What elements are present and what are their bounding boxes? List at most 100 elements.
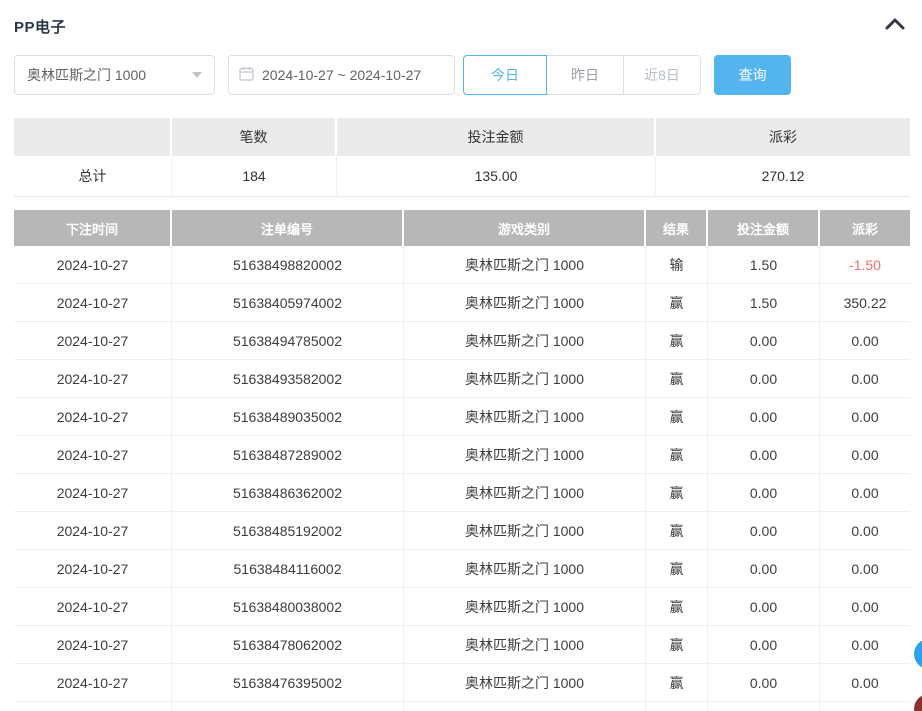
chevron-up-icon [885,17,905,33]
detail-col-order-id: 注单编号 [172,210,404,246]
summary-col-blank [14,118,172,156]
cell-order-id: 51638486362002 [172,474,404,512]
cell-result: 赢 [646,474,708,512]
cell-game-type: 奥林匹斯之门 1000 [404,246,646,284]
chevron-down-icon [192,72,202,78]
cell-game-type: 奥林匹斯之门 1000 [404,664,646,702]
summary-total-count: 184 [172,156,337,197]
today-button[interactable]: 今日 [463,55,547,95]
detail-table-body: 2024-10-27 51638498820002 奥林匹斯之门 1000 输 … [14,246,910,702]
detail-col-bet-amount: 投注金额 [708,210,820,246]
cell-bet-amount: 0.00 [708,588,820,626]
cell-result: 赢 [646,284,708,322]
cell-payout: -1.50 [820,246,910,284]
cell-result: 赢 [646,626,708,664]
detail-header-row: 下注时间 注单编号 游戏类别 结果 投注金额 派彩 [14,210,910,246]
cell-order-id: 51638493582002 [172,360,404,398]
cell-bet-time: 2024-10-27 [14,588,172,626]
summary-col-count: 笔数 [172,118,337,156]
cell-payout: 0.00 [820,474,910,512]
game-select[interactable]: 奥林匹斯之门 1000 [14,55,215,95]
table-row: 2024-10-27 51638484116002 奥林匹斯之门 1000 赢 … [14,550,910,588]
detail-col-bet-time: 下注时间 [14,210,172,246]
cell-bet-amount: 0.00 [708,360,820,398]
table-row: 2024-10-27 51638486362002 奥林匹斯之门 1000 赢 … [14,474,910,512]
detail-col-game-type: 游戏类别 [404,210,646,246]
cell-result: 赢 [646,360,708,398]
table-row: 2024-10-27 51638487289002 奥林匹斯之门 1000 赢 … [14,436,910,474]
table-row: 2024-10-27 51638489035002 奥林匹斯之门 1000 赢 … [14,398,910,436]
cell-result: 赢 [646,436,708,474]
cell-payout: 0.00 [820,588,910,626]
summary-header-row: 笔数 投注金额 派彩 [14,118,910,156]
partial-row-cutoff [14,702,910,711]
cell-bet-amount: 0.00 [708,626,820,664]
last-8-days-button[interactable]: 近8日 [623,55,701,95]
cell-game-type: 奥林匹斯之门 1000 [404,284,646,322]
floating-widget-blue-button[interactable] [914,639,922,669]
date-range-value: 2024-10-27 ~ 2024-10-27 [262,67,421,83]
cell-payout: 0.00 [820,512,910,550]
cell-bet-amount: 0.00 [708,436,820,474]
cell-bet-amount: 0.00 [708,512,820,550]
cell-bet-amount: 1.50 [708,246,820,284]
yesterday-button[interactable]: 昨日 [546,55,624,95]
cell-result: 赢 [646,588,708,626]
summary-table: 笔数 投注金额 派彩 总计 184 135.00 270.12 [14,118,910,197]
cell-result: 赢 [646,664,708,702]
cell-game-type: 奥林匹斯之门 1000 [404,588,646,626]
cell-result: 赢 [646,398,708,436]
query-button[interactable]: 查询 [714,55,791,95]
summary-total-label: 总计 [14,156,172,197]
cell-payout: 350.22 [820,284,910,322]
cell-order-id: 51638485192002 [172,512,404,550]
cell-bet-time: 2024-10-27 [14,512,172,550]
cell-result: 赢 [646,512,708,550]
cell-bet-time: 2024-10-27 [14,246,172,284]
table-row: 2024-10-27 51638476395002 奥林匹斯之门 1000 赢 … [14,664,910,702]
summary-total-bet-amount: 135.00 [337,156,656,197]
cell-game-type: 奥林匹斯之门 1000 [404,550,646,588]
cell-game-type: 奥林匹斯之门 1000 [404,436,646,474]
cell-bet-amount: 0.00 [708,398,820,436]
cell-payout: 0.00 [820,664,910,702]
cell-payout: 0.00 [820,322,910,360]
cell-bet-time: 2024-10-27 [14,284,172,322]
cell-result: 赢 [646,322,708,360]
cell-order-id: 51638478062002 [172,626,404,664]
cell-bet-amount: 0.00 [708,664,820,702]
date-range-picker[interactable]: 2024-10-27 ~ 2024-10-27 [228,55,455,95]
cell-order-id: 51638484116002 [172,550,404,588]
table-row: 2024-10-27 51638478062002 奥林匹斯之门 1000 赢 … [14,626,910,664]
game-select-value: 奥林匹斯之门 1000 [27,65,146,85]
table-row: 2024-10-27 51638480038002 奥林匹斯之门 1000 赢 … [14,588,910,626]
collapse-panel-button[interactable] [884,14,906,36]
table-row: 2024-10-27 51638405974002 奥林匹斯之门 1000 赢 … [14,284,910,322]
table-row: 2024-10-27 51638485192002 奥林匹斯之门 1000 赢 … [14,512,910,550]
cell-bet-amount: 0.00 [708,474,820,512]
detail-col-payout: 派彩 [820,210,910,246]
cell-game-type: 奥林匹斯之门 1000 [404,626,646,664]
cell-game-type: 奥林匹斯之门 1000 [404,398,646,436]
floating-widget-red-button[interactable] [914,694,922,711]
cell-bet-amount: 1.50 [708,284,820,322]
table-row: 2024-10-27 51638498820002 奥林匹斯之门 1000 输 … [14,246,910,284]
cell-game-type: 奥林匹斯之门 1000 [404,360,646,398]
cell-bet-time: 2024-10-27 [14,398,172,436]
cell-bet-time: 2024-10-27 [14,550,172,588]
calendar-icon [239,66,254,84]
summary-col-payout: 派彩 [656,118,910,156]
table-row: 2024-10-27 51638494785002 奥林匹斯之门 1000 赢 … [14,322,910,360]
cell-bet-amount: 0.00 [708,550,820,588]
cell-order-id: 51638480038002 [172,588,404,626]
cell-order-id: 51638494785002 [172,322,404,360]
cell-order-id: 51638487289002 [172,436,404,474]
cell-payout: 0.00 [820,626,910,664]
cell-game-type: 奥林匹斯之门 1000 [404,512,646,550]
pp-electronic-panel: PP电子 奥林匹斯之门 1000 2024-10-27 ~ 2024-10-27 [0,0,922,711]
cell-bet-time: 2024-10-27 [14,436,172,474]
summary-total-payout: 270.12 [656,156,910,197]
cell-payout: 0.00 [820,398,910,436]
page-title: PP电子 [14,16,66,37]
cell-bet-time: 2024-10-27 [14,664,172,702]
